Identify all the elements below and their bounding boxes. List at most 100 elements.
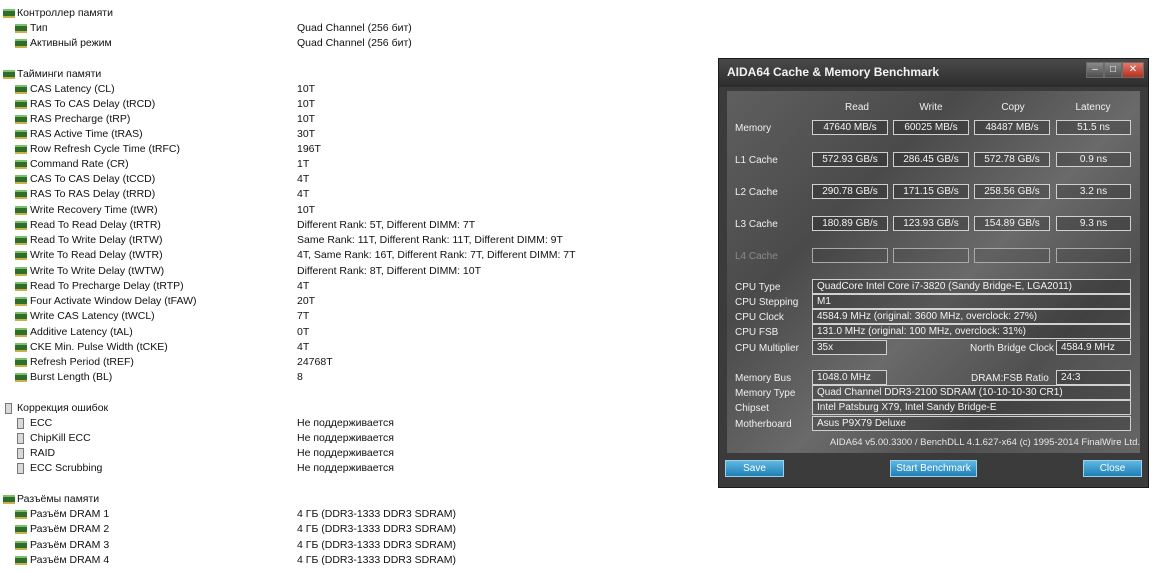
minimize-icon[interactable]: – <box>1086 62 1104 78</box>
row-value: Не поддерживается <box>297 462 394 474</box>
row-value: 30T <box>297 128 316 140</box>
row-label: Command Rate (CR) <box>30 158 129 170</box>
memory-module-icon <box>15 282 27 291</box>
row-label: Разъём DRAM 3 <box>30 539 110 551</box>
row-value: 10T <box>297 98 316 110</box>
memory-module-icon <box>15 358 27 367</box>
cpu-type-label: CPU Type <box>735 282 781 293</box>
row-label: Write To Read Delay (tWTR) <box>30 249 163 261</box>
l3-write-value: 123.93 GB/s <box>893 216 969 231</box>
maximize-icon[interactable]: □ <box>1104 62 1122 78</box>
row-label-l1-cache: L1 Cache <box>735 155 778 166</box>
row-label: Write Recovery Time (tWR) <box>30 204 158 216</box>
row-value: 4T <box>297 280 310 292</box>
memory-bus-value: 1048.0 MHz <box>812 370 887 385</box>
memory-module-icon <box>15 115 27 124</box>
row-value: 7T <box>297 310 310 322</box>
row-label: Разъём DRAM 2 <box>30 523 110 535</box>
row-label: ECC Scrubbing <box>30 462 103 474</box>
memory-module-icon <box>15 328 27 337</box>
row-value: Different Rank: 8T, Different DIMM: 10T <box>297 265 482 277</box>
memory-module-icon <box>3 70 15 79</box>
cpu-clock-label: CPU Clock <box>735 312 784 323</box>
memory-module-icon <box>15 221 27 230</box>
memory-latency-value: 51.5 ns <box>1056 120 1131 135</box>
row-label-l4-cache: L4 Cache <box>735 251 778 262</box>
row-label: Read To Write Delay (tRTW) <box>30 234 163 246</box>
l3-latency-value: 9.3 ns <box>1056 216 1131 231</box>
row-label: Row Refresh Cycle Time (tRFC) <box>30 143 180 155</box>
l1-write-value: 286.45 GB/s <box>893 152 969 167</box>
row-label: CKE Min. Pulse Width (tCKE) <box>30 341 168 353</box>
l1-read-value: 572.93 GB/s <box>812 152 888 167</box>
row-value: Different Rank: 5T, Different DIMM: 7T <box>297 219 476 231</box>
memory-module-icon <box>15 190 27 199</box>
row-value: Quad Channel (256 бит) <box>297 37 412 49</box>
motherboard-label: Motherboard <box>735 419 792 430</box>
memory-read-value: 47640 MB/s <box>812 120 888 135</box>
save-button[interactable]: Save <box>725 460 784 477</box>
l3-copy-value: 154.89 GB/s <box>974 216 1050 231</box>
section-title: Контроллер памяти <box>17 7 113 19</box>
row-value: 196T <box>297 143 321 155</box>
row-label: Разъём DRAM 1 <box>30 508 110 520</box>
chipset-label: Chipset <box>735 403 769 414</box>
section-title: Тайминги памяти <box>17 68 102 80</box>
column-header-copy: Copy <box>1001 102 1025 113</box>
cpu-clock-value: 4584.9 MHz (original: 3600 MHz, overcloc… <box>812 309 1131 324</box>
row-value: Quad Channel (256 бит) <box>297 22 412 34</box>
row-value: Не поддерживается <box>297 417 394 429</box>
row-label: RAID <box>30 447 56 459</box>
row-value: 4T, Same Rank: 16T, Different Rank: 7T, … <box>297 249 576 261</box>
l4-write-value <box>893 248 969 263</box>
column-header-read: Read <box>845 102 869 113</box>
row-value: 24768T <box>297 356 333 368</box>
cpu-fsb-label: CPU FSB <box>735 327 779 338</box>
l4-copy-value <box>974 248 1050 263</box>
row-label: Read To Read Delay (tRTR) <box>30 219 161 231</box>
benchmark-window: AIDA64 Cache & Memory Benchmark – □ ✕ Re… <box>718 58 1149 488</box>
start-benchmark-button[interactable]: Start Benchmark <box>890 460 977 477</box>
l2-latency-value: 3.2 ns <box>1056 184 1131 199</box>
row-value: 4T <box>297 341 310 353</box>
l2-read-value: 290.78 GB/s <box>812 184 888 199</box>
row-value: 10T <box>297 113 316 125</box>
title-bar[interactable]: AIDA64 Cache & Memory Benchmark – □ ✕ <box>719 59 1148 87</box>
chipset-value: Intel Patsburg X79, Intel Sandy Bridge-E <box>812 400 1131 415</box>
memory-module-icon <box>15 556 27 565</box>
memory-module-icon <box>3 495 15 504</box>
memory-module-icon <box>15 373 27 382</box>
row-label: CAS To CAS Delay (tCCD) <box>30 173 156 185</box>
l2-write-value: 171.15 GB/s <box>893 184 969 199</box>
row-label: RAS Precharge (tRP) <box>30 113 131 125</box>
l2-copy-value: 258.56 GB/s <box>974 184 1050 199</box>
row-value: 10T <box>297 83 316 95</box>
memory-module-icon <box>15 24 27 33</box>
window-title: AIDA64 Cache & Memory Benchmark <box>727 65 940 79</box>
chip-icon <box>17 418 24 429</box>
l4-read-value <box>812 248 888 263</box>
row-label: Разъём DRAM 4 <box>30 554 110 566</box>
column-header-latency: Latency <box>1075 102 1111 113</box>
dram-fsb-ratio-label: DRAM:FSB Ratio <box>971 373 1049 384</box>
memory-module-icon <box>15 160 27 169</box>
row-value: 4T <box>297 188 310 200</box>
row-label: Four Activate Window Delay (tFAW) <box>30 295 197 307</box>
memory-module-icon <box>15 251 27 260</box>
row-value: 1T <box>297 158 310 170</box>
memory-info-panel: Контроллер памяти Тип Quad Channel (256 … <box>0 0 720 572</box>
close-button[interactable]: Close <box>1083 460 1142 477</box>
cpu-stepping-value: M1 <box>812 294 1131 309</box>
row-label: Write CAS Latency (tWCL) <box>30 310 155 322</box>
l4-latency-value <box>1056 248 1131 263</box>
cpu-multiplier-label: CPU Multiplier <box>735 343 799 354</box>
memory-module-icon <box>15 130 27 139</box>
memory-module-icon <box>15 297 27 306</box>
memory-type-label: Memory Type <box>735 388 796 399</box>
row-value: 20T <box>297 295 316 307</box>
memory-module-icon <box>15 267 27 276</box>
benchmark-panel: Read Write Copy Latency Memory 47640 MB/… <box>727 91 1140 453</box>
row-value: 4 ГБ (DDR3-1333 DDR3 SDRAM) <box>297 508 457 520</box>
memory-module-icon <box>15 541 27 550</box>
close-icon[interactable]: ✕ <box>1122 62 1144 78</box>
